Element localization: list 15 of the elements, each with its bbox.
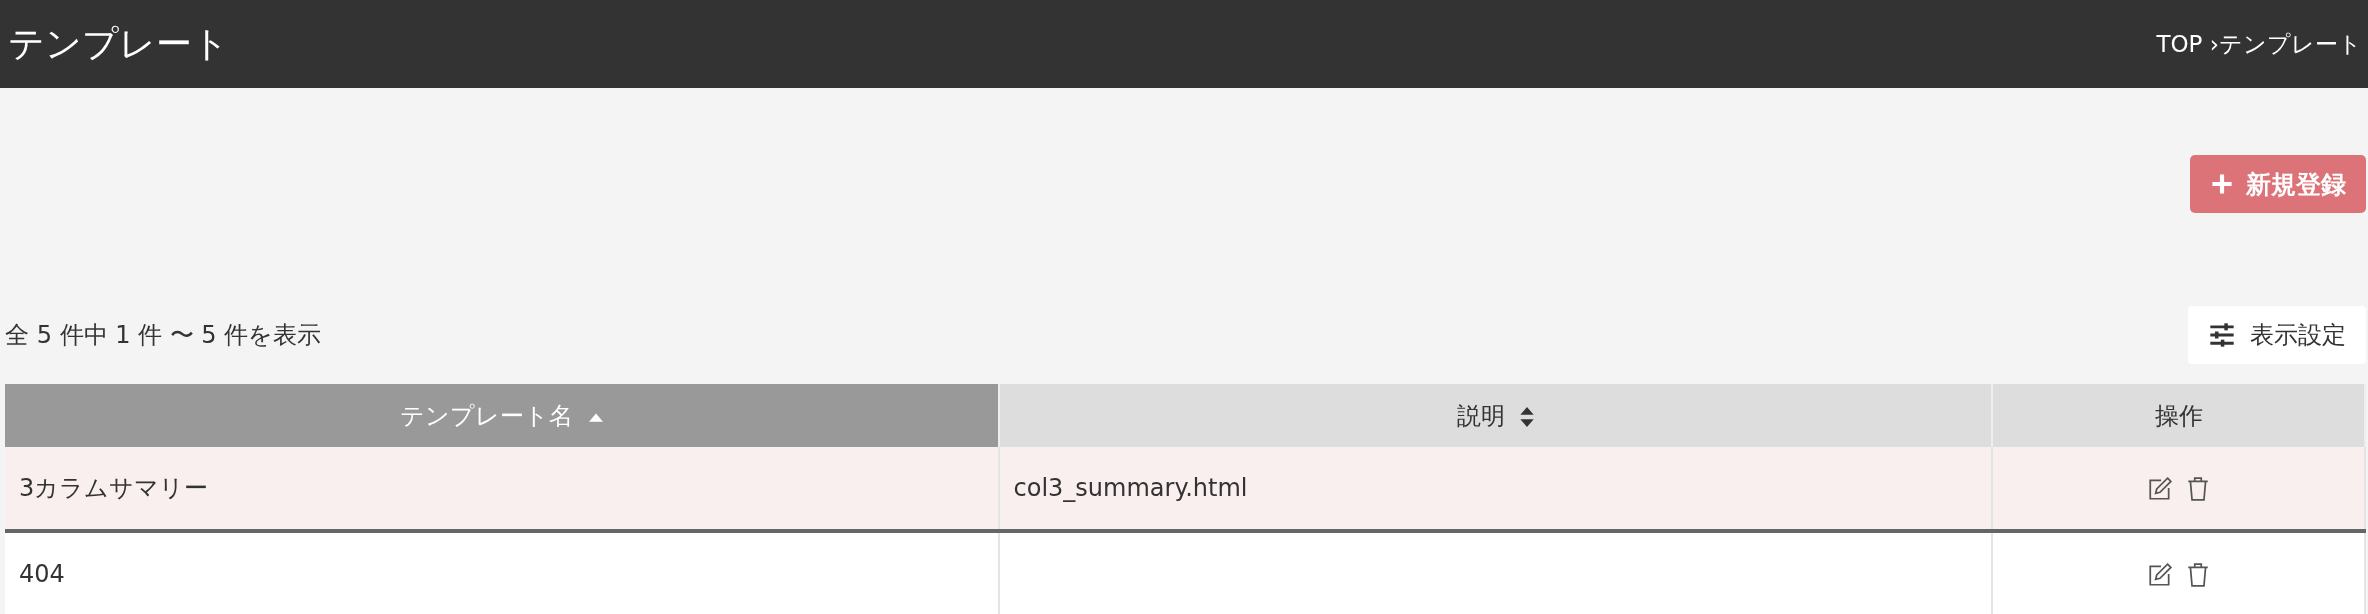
sliders-icon [2208, 321, 2236, 349]
edit-icon[interactable] [2146, 562, 2173, 588]
display-settings-button[interactable]: 表示設定 [2188, 306, 2366, 364]
breadcrumb: TOP ›テンプレート [2156, 29, 2362, 59]
plus-icon [2210, 172, 2234, 196]
column-header[interactable]: 説明 [998, 384, 1993, 447]
result-count: 全 5 件中 1 件 〜 5 件を表示 [5, 320, 322, 351]
table-cell: col3_summary.html [998, 447, 1993, 531]
sort-icon [1520, 406, 1535, 427]
edit-icon[interactable] [2146, 476, 2173, 502]
sort-up-icon [588, 411, 603, 422]
column-header[interactable]: 操作 [1992, 384, 2365, 447]
table-cell: 3カラムサマリー [5, 447, 999, 531]
table-cell: 404 [5, 531, 999, 614]
page-title: テンプレート [8, 21, 229, 66]
